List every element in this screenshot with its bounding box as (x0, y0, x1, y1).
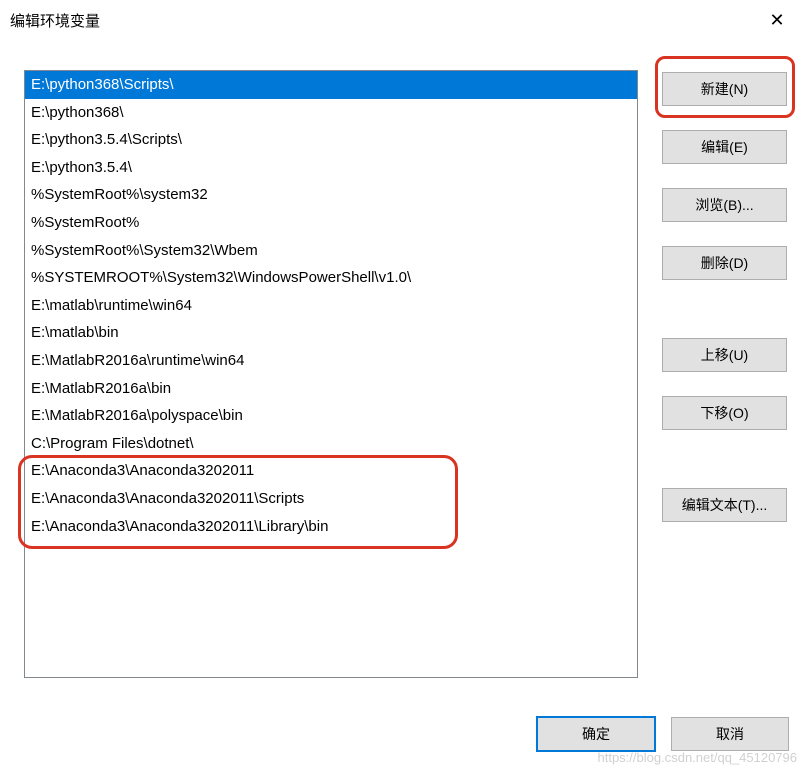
list-item[interactable]: E:\Anaconda3\Anaconda3202011\Scripts (25, 485, 637, 513)
list-item[interactable]: %SystemRoot%\System32\Wbem (25, 237, 637, 265)
window-title: 编辑环境变量 (10, 6, 100, 31)
moveup-button[interactable]: 上移(U) (662, 338, 787, 372)
list-item[interactable]: E:\MatlabR2016a\polyspace\bin (25, 402, 637, 430)
movedown-button[interactable]: 下移(O) (662, 396, 787, 430)
list-item[interactable]: E:\MatlabR2016a\runtime\win64 (25, 347, 637, 375)
list-item[interactable]: E:\python368\ (25, 99, 637, 127)
edit-button[interactable]: 编辑(E) (662, 130, 787, 164)
list-item[interactable]: E:\python3.5.4\Scripts\ (25, 126, 637, 154)
delete-button[interactable]: 删除(D) (662, 246, 787, 280)
list-item[interactable]: %SystemRoot% (25, 209, 637, 237)
ok-button[interactable]: 确定 (537, 717, 655, 751)
list-item[interactable]: E:\Anaconda3\Anaconda3202011 (25, 457, 637, 485)
list-item[interactable]: E:\matlab\runtime\win64 (25, 292, 637, 320)
watermark: https://blog.csdn.net/qq_45120796 (598, 750, 798, 765)
path-listbox[interactable]: E:\python368\Scripts\E:\python368\E:\pyt… (24, 70, 638, 678)
cancel-button[interactable]: 取消 (671, 717, 789, 751)
close-icon[interactable]: ✕ (757, 6, 797, 34)
list-item[interactable]: E:\Anaconda3\Anaconda3202011\Library\bin (25, 513, 637, 541)
list-item[interactable]: %SystemRoot%\system32 (25, 181, 637, 209)
list-item[interactable]: E:\matlab\bin (25, 319, 637, 347)
list-item[interactable]: E:\MatlabR2016a\bin (25, 375, 637, 403)
new-button[interactable]: 新建(N) (662, 72, 787, 106)
list-item[interactable]: %SYSTEMROOT%\System32\WindowsPowerShell\… (25, 264, 637, 292)
list-item[interactable]: E:\python3.5.4\ (25, 154, 637, 182)
list-item[interactable]: E:\python368\Scripts\ (25, 71, 637, 99)
list-item[interactable]: C:\Program Files\dotnet\ (25, 430, 637, 458)
edittext-button[interactable]: 编辑文本(T)... (662, 488, 787, 522)
browse-button[interactable]: 浏览(B)... (662, 188, 787, 222)
